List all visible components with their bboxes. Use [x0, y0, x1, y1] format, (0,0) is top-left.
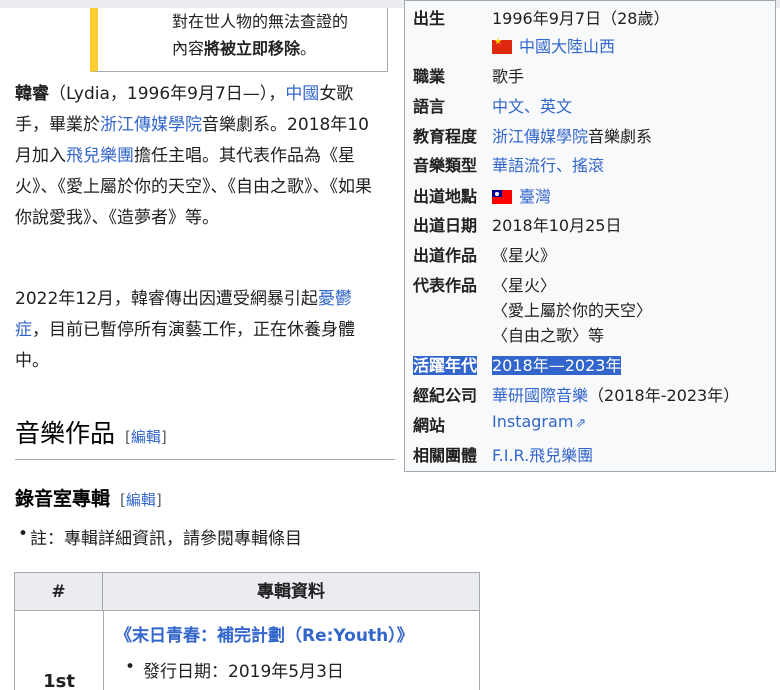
- genre-link-pop[interactable]: 華語流行: [492, 156, 556, 175]
- section-heading-studio-albums: 錄音室專輯 [編輯]: [15, 488, 162, 510]
- infobox-label-language: 語言: [413, 97, 446, 116]
- infobox-label-education: 教育程度: [413, 127, 478, 146]
- record-label-link[interactable]: 華研國際音樂: [492, 386, 588, 405]
- infobox-record-label: 華研國際音樂（2018年-2023年）: [492, 386, 740, 405]
- infobox-label-debut-place: 出道地點: [413, 187, 478, 206]
- infobox-label-related: 相關團體: [413, 446, 478, 465]
- blp-notice-box: 對在世人物的無法查證的 內容將被立即移除。: [90, 8, 388, 72]
- edit-link-studio[interactable]: 編輯: [126, 491, 156, 509]
- infobox-debut-date: 2018年10月25日: [492, 216, 622, 235]
- country-link[interactable]: 中國: [285, 84, 319, 104]
- infobox-debut-work: 《星火》: [492, 246, 557, 265]
- infobox-work-3: 〈自由之歌〉等: [492, 326, 605, 345]
- col-header-number: #: [15, 573, 103, 611]
- edit-section-music: [編輯]: [125, 428, 167, 446]
- band-link[interactable]: 飛兒樂團: [66, 146, 134, 166]
- infobox-language: 中文、英文: [492, 97, 573, 116]
- section-heading-music: 音樂作品 [編輯]: [15, 414, 395, 460]
- infobox-occupation: 歌手: [492, 67, 525, 86]
- infobox-label-active: 活躍年代: [413, 356, 478, 375]
- language-link-english[interactable]: 英文: [540, 97, 572, 116]
- infobox-work-1: 〈星火〉: [492, 276, 557, 295]
- infobox-debut-place: 臺灣: [492, 183, 551, 207]
- table-divider: [103, 611, 104, 690]
- infobox-label-website: 網站: [413, 416, 446, 435]
- birth-place-link[interactable]: 中國大陸山西: [519, 37, 615, 56]
- edit-section-studio: [編輯]: [120, 491, 162, 509]
- infobox-active-years: 2018年—2023年: [492, 356, 622, 375]
- instagram-link[interactable]: Instagram: [492, 412, 573, 431]
- infobox-website: Instagram ⇗: [492, 412, 586, 431]
- col-header-info: 專輯資料: [257, 582, 325, 602]
- album-rank: 1st: [43, 671, 75, 690]
- debut-place-link[interactable]: 臺灣: [519, 187, 551, 206]
- edit-link-music[interactable]: 編輯: [131, 428, 161, 446]
- infobox-label-works: 代表作品: [413, 276, 478, 295]
- infobox-label-birth: 出生: [413, 9, 446, 28]
- albums-table-header: # 專輯資料: [15, 573, 479, 611]
- education-link[interactable]: 浙江傳媒學院: [492, 127, 588, 146]
- notice-line-1: 對在世人物的無法查證的: [172, 12, 349, 31]
- album-note: 註：專輯詳細資訊，請參閱專輯條目: [18, 524, 302, 549]
- health-paragraph: 2022年12月，韓睿傳出因遭受網暴引起憂鬱症，目前已暫停所有演藝工作，正在休養…: [15, 289, 355, 371]
- china-flag-icon: [492, 37, 512, 54]
- infobox-genre: 華語流行、搖滾: [492, 156, 605, 175]
- genre-link-rock[interactable]: 搖滾: [572, 156, 604, 175]
- infobox-birth-place: 中國大陸山西: [492, 33, 615, 57]
- infobox-work-2: 〈愛上屬於你的天空〉: [492, 301, 653, 320]
- infobox-label-debut-work: 出道作品: [413, 246, 478, 265]
- infobox: 出生 1996年9月7日（28歲） 中國大陸山西 職業 歌手 語言 中文、英文 …: [404, 0, 776, 472]
- subject-name: 韓睿: [15, 84, 49, 104]
- albums-table: # 專輯資料 1st 《末日青春：補完計劃（Re:Youth）》 發行日期：20…: [14, 572, 480, 690]
- infobox-education: 浙江傳媒學院音樂劇系: [492, 127, 653, 146]
- external-link-icon: ⇗: [575, 416, 587, 431]
- language-link-chinese[interactable]: 中文: [492, 97, 524, 116]
- album-title: 《末日青春：補完計劃（Re:Youth）》: [115, 626, 414, 646]
- intro-paragraph: 韓睿（Lydia，1996年9月7日—），中國女歌手，畢業於浙江傳媒學院音樂劇系…: [15, 84, 372, 228]
- infobox-related: F.I.R.飛兒樂團: [492, 442, 593, 466]
- taiwan-flag-icon: [492, 190, 512, 204]
- infobox-birth-date: 1996年9月7日（28歲）: [492, 9, 670, 28]
- album-release-date: 發行日期：2019年5月3日: [125, 657, 344, 682]
- notice-line-2: 內容將被立即移除。: [172, 39, 317, 58]
- infobox-label-label: 經紀公司: [413, 386, 478, 405]
- infobox-label-genre: 音樂類型: [413, 156, 478, 175]
- album-title-link[interactable]: 末日青春：補完計劃: [132, 626, 285, 646]
- infobox-label-occupation: 職業: [413, 67, 446, 86]
- infobox-label-debut-date: 出道日期: [413, 216, 478, 235]
- related-band-link[interactable]: F.I.R.飛兒樂團: [492, 446, 593, 465]
- school-link[interactable]: 浙江傳媒學院: [100, 115, 202, 135]
